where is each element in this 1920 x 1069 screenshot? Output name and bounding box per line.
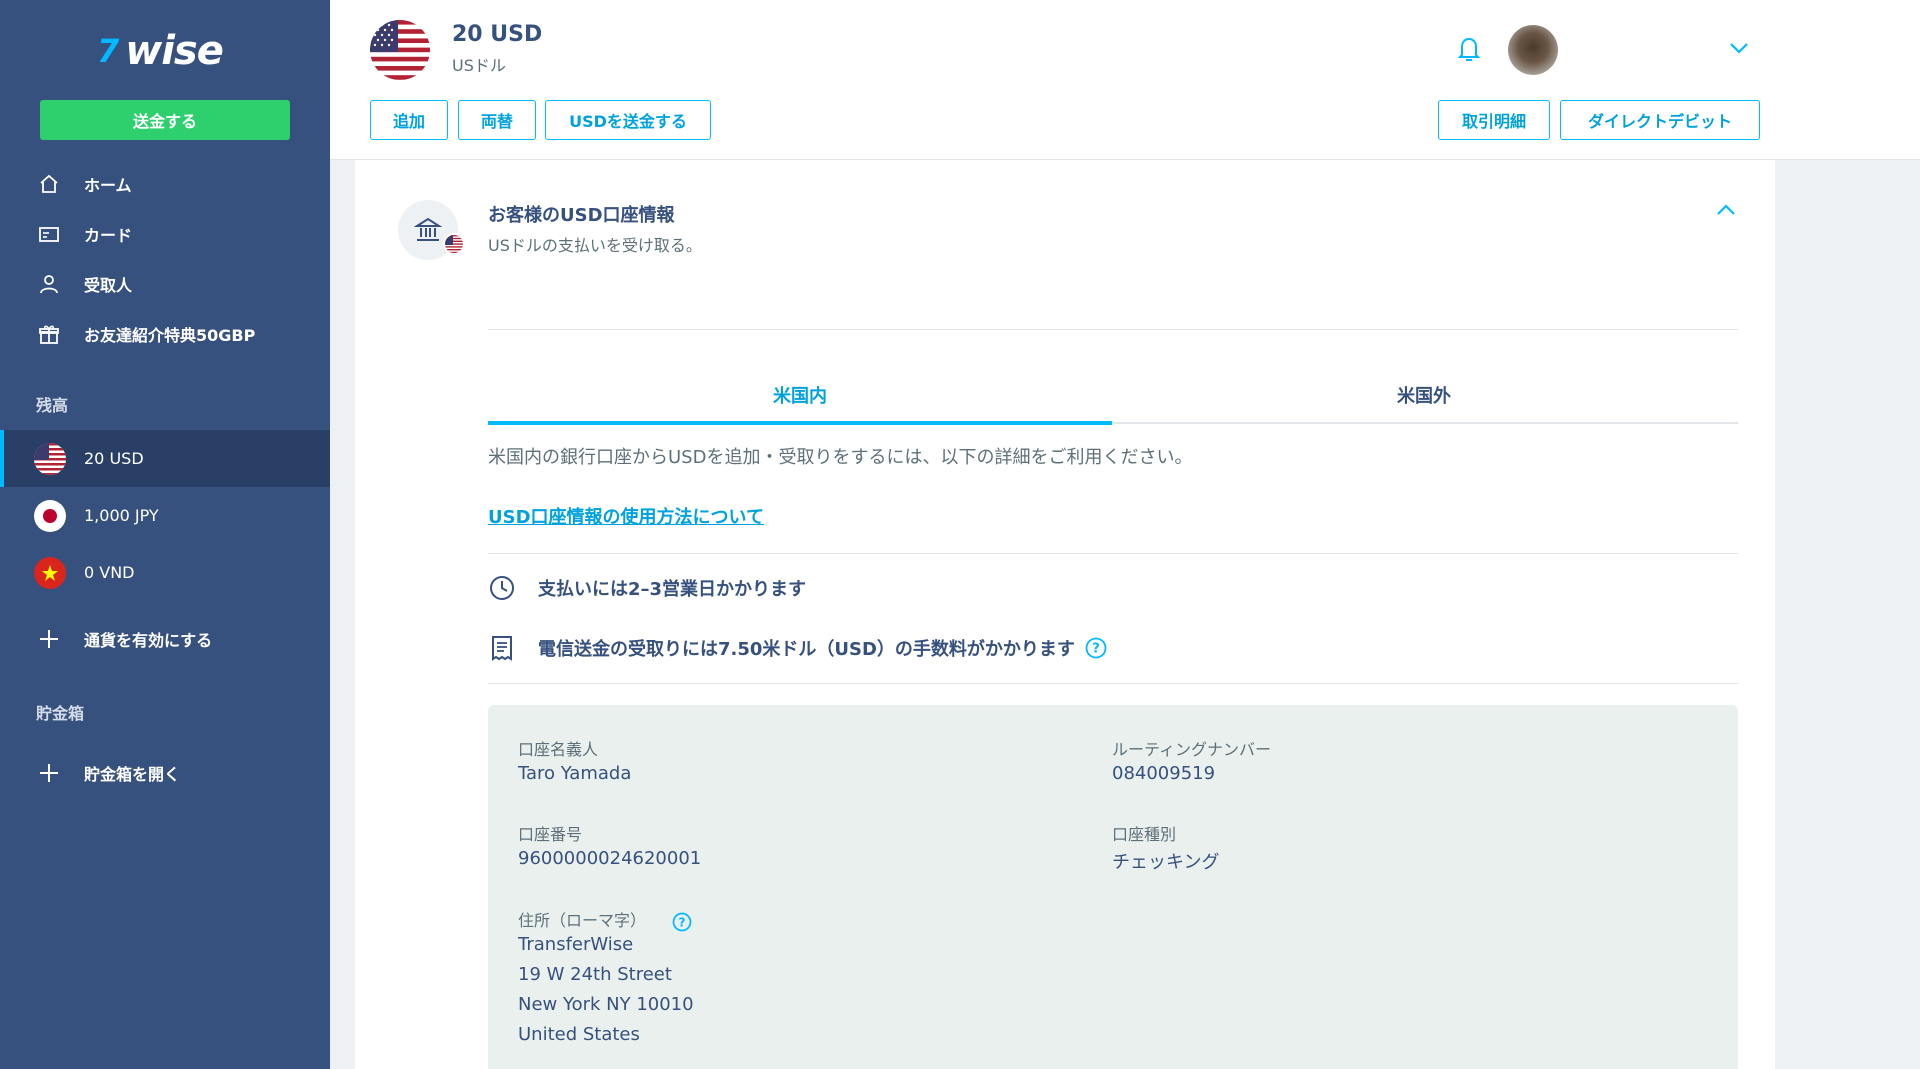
account-type-label: 口座種別 xyxy=(1112,825,1177,844)
account-number-value[interactable]: 9600000024620001 xyxy=(518,848,701,869)
processing-time-text: 支払いには2–3営業日かかります xyxy=(538,579,807,600)
gift-icon xyxy=(38,323,60,345)
balance-header: 20 USD USドル 追加 両替 USDを送金する 取引明細 ダイレクトデビッ… xyxy=(330,0,1920,160)
jp-flag-icon xyxy=(34,499,66,532)
intro-text: 米国内の銀行口座からUSDを追加・受取りをするには、以下の詳細をご利用ください。 xyxy=(488,447,1193,468)
bell-icon[interactable] xyxy=(1455,34,1483,64)
plus-icon xyxy=(38,628,60,650)
enable-currency-label: 通貨を有効にする xyxy=(84,631,213,650)
info-wire-fee: 電信送金の受取りには7.50米ドル（USD）の手数料がかかります ? xyxy=(488,634,1107,662)
balance-item-jpy[interactable]: 1,000 JPY xyxy=(0,487,330,544)
home-icon xyxy=(38,173,60,195)
enable-currency-button[interactable]: 通貨を有効にする xyxy=(0,617,330,661)
chevron-up-icon[interactable] xyxy=(1715,202,1737,218)
sidebar-item-label: カード xyxy=(84,226,133,245)
balance-item-vnd[interactable]: 0 VND xyxy=(0,544,330,601)
wire-fee-text: 電信送金の受取りには7.50米ドル（USD）の手数料がかかります xyxy=(538,639,1075,660)
svg-text:?: ? xyxy=(679,916,686,930)
address-line[interactable]: New York NY 10010 xyxy=(518,994,694,1015)
add-button[interactable]: 追加 xyxy=(370,100,448,140)
clock-icon xyxy=(488,574,516,602)
address-line[interactable]: TransferWise xyxy=(518,934,633,955)
us-flag-icon xyxy=(34,442,66,475)
logo-text: wise xyxy=(125,28,224,74)
balance-item-usd[interactable]: 20 USD xyxy=(0,430,330,487)
tab-international[interactable]: 米国外 xyxy=(1112,382,1736,427)
sidebar-item-label: お友達紹介特典50GBP xyxy=(84,326,256,345)
sidebar-item-label: 受取人 xyxy=(84,276,133,295)
us-flag-icon xyxy=(443,233,465,255)
balance-label: 20 USD xyxy=(84,449,144,468)
convert-button[interactable]: 両替 xyxy=(458,100,536,140)
sidebar: 7 wise 送金する ホーム カード 受取人 お友達紹介特典50GBP 残高 xyxy=(0,0,330,1069)
page-title: 20 USD xyxy=(452,22,543,47)
open-jar-button[interactable]: 貯金箱を開く xyxy=(0,751,330,795)
balance-label: 1,000 JPY xyxy=(84,506,159,525)
account-info-subtitle: USドルの支払いを受け取る。 xyxy=(488,236,702,255)
sidebar-item-home[interactable]: ホーム xyxy=(0,162,330,206)
jars-heading: 貯金箱 xyxy=(36,704,85,723)
chevron-down-icon[interactable] xyxy=(1728,40,1750,56)
tab-active-indicator xyxy=(488,421,1112,425)
svg-text:?: ? xyxy=(1092,642,1100,657)
address-line[interactable]: United States xyxy=(518,1024,640,1045)
account-details-panel: 口座名義人 Taro Yamada ルーティングナンバー 084009519 口… xyxy=(488,705,1738,1069)
help-icon[interactable]: ? xyxy=(1085,637,1107,659)
sidebar-item-referral[interactable]: お友達紹介特典50GBP xyxy=(0,312,330,356)
vn-flag-icon xyxy=(34,556,66,589)
direct-debit-button[interactable]: ダイレクトデビット xyxy=(1560,100,1760,140)
sidebar-item-label: ホーム xyxy=(84,176,132,195)
info-processing-time: 支払いには2–3営業日かかります xyxy=(488,574,806,602)
account-number-label: 口座番号 xyxy=(518,825,583,844)
statement-button[interactable]: 取引明細 xyxy=(1438,100,1550,140)
address-line[interactable]: 19 W 24th Street xyxy=(518,964,672,985)
balance-label: 0 VND xyxy=(84,563,135,582)
account-details-card: お客様のUSD口座情報 USドルの支払いを受け取る。 米国内 米国外 米国内の銀… xyxy=(355,160,1775,1069)
divider xyxy=(488,329,1738,330)
usage-help-link[interactable]: USD口座情報の使用方法について xyxy=(488,503,764,529)
routing-label: ルーティングナンバー xyxy=(1112,740,1272,759)
routing-value[interactable]: 084009519 xyxy=(1112,763,1215,784)
help-icon[interactable]: ? xyxy=(672,912,692,932)
send-usd-button[interactable]: USDを送金する xyxy=(545,100,711,140)
plus-icon xyxy=(38,762,60,784)
account-info-title: お客様のUSD口座情報 xyxy=(488,205,675,226)
us-flag-icon xyxy=(370,20,430,80)
divider xyxy=(488,683,1738,684)
card-icon xyxy=(38,223,60,245)
recipient-icon xyxy=(38,273,60,295)
receipt-icon xyxy=(488,634,516,662)
avatar[interactable] xyxy=(1508,25,1558,75)
logo-mark: 7 xyxy=(97,32,120,70)
divider xyxy=(488,553,1738,554)
wise-logo[interactable]: 7 wise xyxy=(97,28,224,74)
sidebar-item-card[interactable]: カード xyxy=(0,212,330,256)
send-money-button[interactable]: 送金する xyxy=(40,100,290,140)
balances-heading: 残高 xyxy=(36,396,69,415)
open-jar-label: 貯金箱を開く xyxy=(84,765,181,784)
holder-label: 口座名義人 xyxy=(518,740,599,759)
address-label: 住所（ローマ字） xyxy=(518,911,647,930)
account-type-value[interactable]: チェッキング xyxy=(1112,848,1219,874)
sidebar-item-recipients[interactable]: 受取人 xyxy=(0,262,330,306)
holder-value[interactable]: Taro Yamada xyxy=(518,763,631,784)
page-subtitle: USドル xyxy=(452,56,506,75)
